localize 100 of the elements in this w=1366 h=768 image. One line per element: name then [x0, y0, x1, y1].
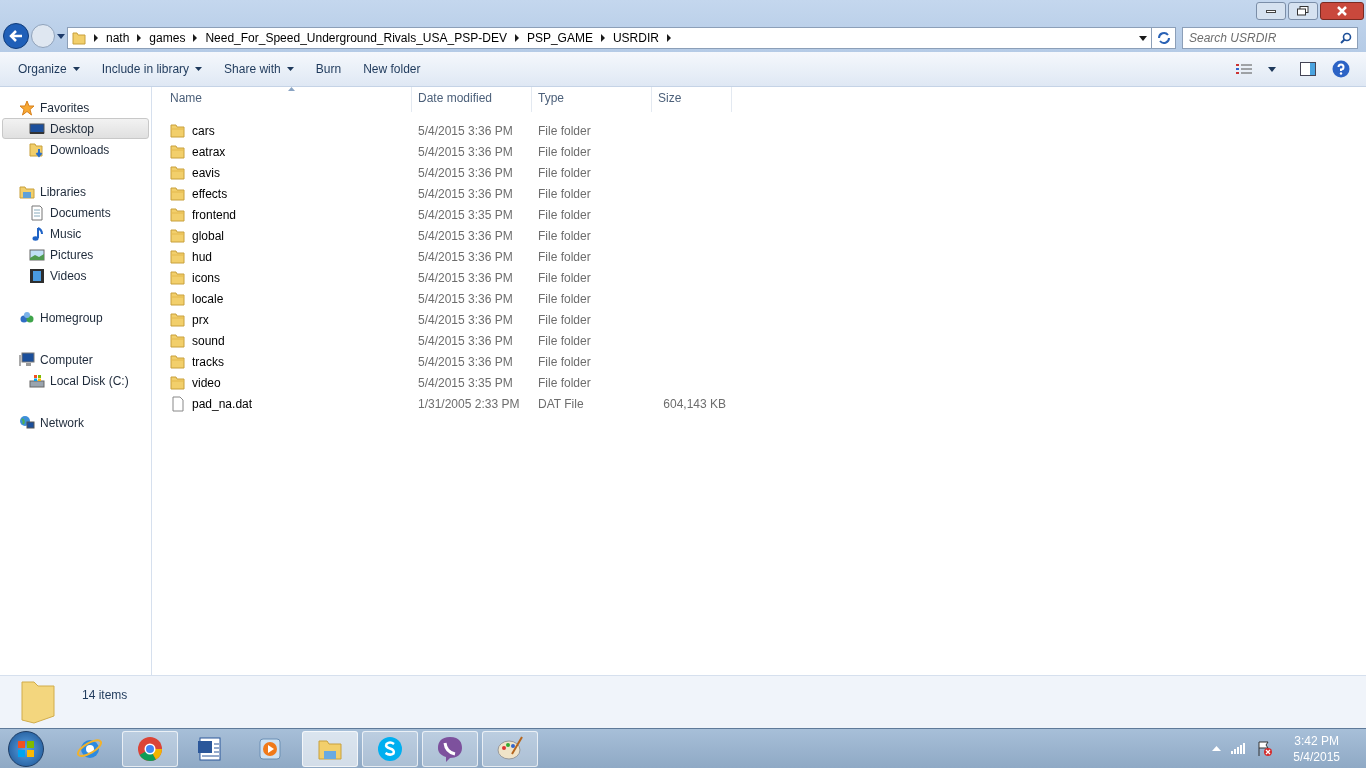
breadcrumb[interactable]: Need_For_Speed_Underground_Rivals_USA_PSP-DEV [205, 29, 507, 47]
breadcrumb[interactable]: PSP_GAME [526, 29, 593, 47]
file-name[interactable]: eavis [192, 163, 220, 182]
restore-button[interactable] [1288, 2, 1318, 20]
file-name[interactable]: pad_na.dat [192, 394, 253, 413]
minimize-button[interactable] [1256, 2, 1286, 20]
sidebar-item[interactable]: Videos [2, 265, 149, 286]
date-modified: 5/4/2015 3:36 PM [418, 354, 513, 369]
sidebar-item[interactable]: Local Disk (C:) [2, 370, 149, 391]
file-name[interactable]: video [192, 373, 221, 392]
folder-icon [170, 290, 186, 307]
refresh-button[interactable] [1152, 27, 1176, 49]
libraries-icon [19, 183, 35, 200]
document-icon [29, 204, 45, 221]
column-header[interactable]: Size [652, 87, 732, 112]
videos-icon [29, 267, 45, 284]
sidebar-item[interactable]: Documents [2, 202, 149, 223]
breadcrumb[interactable]: games [149, 29, 186, 47]
chevron-icon[interactable] [193, 34, 198, 42]
folder-icon [170, 269, 186, 286]
file-name[interactable]: hud [192, 247, 213, 266]
folder-icon [170, 332, 186, 349]
folder-icon [170, 206, 186, 223]
file-name[interactable]: cars [192, 121, 215, 140]
close-button[interactable] [1320, 2, 1364, 20]
toolbar-button[interactable]: Share with [214, 56, 304, 82]
file-name[interactable]: tracks [192, 352, 224, 371]
folder-icon [20, 680, 58, 724]
file-type: File folder [538, 291, 591, 306]
chevron-icon[interactable] [600, 34, 605, 42]
sidebar-item[interactable]: Pictures [2, 244, 149, 265]
back-button[interactable] [3, 23, 29, 49]
column-header[interactable]: Type [532, 87, 652, 112]
sidebar-item[interactable]: Music [2, 223, 149, 244]
dropdown-icon[interactable] [1139, 35, 1147, 41]
dropdown-icon[interactable] [286, 67, 294, 71]
toolbar-button[interactable]: Organize [8, 56, 90, 82]
search-field[interactable]: Search USRDIR [1182, 27, 1358, 49]
file-name[interactable]: locale [192, 289, 224, 308]
date-modified: 5/4/2015 3:36 PM [418, 123, 513, 138]
file-type: File folder [538, 123, 591, 138]
file-type: File folder [538, 312, 591, 327]
sidebar-item[interactable]: Computer [2, 349, 149, 370]
chevron-icon[interactable] [666, 34, 671, 42]
folder-icon [170, 374, 186, 391]
sidebar-item[interactable]: Libraries [2, 181, 149, 202]
column-header[interactable]: Date modified [412, 87, 532, 112]
breadcrumb[interactable]: nath [106, 29, 130, 47]
back-arrow-icon [9, 30, 23, 42]
disk-icon [29, 372, 45, 389]
toolbar-button[interactable]: Include in library [91, 56, 213, 82]
paint-app-icon [496, 734, 524, 763]
chevron-icon[interactable] [94, 34, 98, 42]
file-type: File folder [538, 228, 591, 243]
file-type: DAT File [538, 396, 584, 411]
folder-icon [170, 122, 186, 139]
address-bar[interactable]: nath games Need_For_Speed_Underground_Rivals_USA_PSP-DEV PSP_GAME USRDIR [67, 27, 1152, 49]
sidebar-item[interactable]: Network [2, 412, 149, 433]
file-name[interactable]: eatrax [192, 142, 226, 161]
taskbar-button[interactable] [422, 730, 478, 767]
sidebar-item[interactable]: Favorites [2, 97, 149, 118]
file-name[interactable]: prx [192, 310, 209, 329]
chevron-icon[interactable] [514, 34, 519, 42]
file-type: File folder [538, 333, 591, 348]
file-type: File folder [538, 375, 591, 390]
date-modified: 5/4/2015 3:36 PM [418, 312, 513, 327]
file-name[interactable]: global [192, 226, 225, 245]
pictures-icon [29, 246, 45, 263]
file-name[interactable]: icons [192, 268, 220, 287]
dropdown-icon[interactable] [195, 67, 203, 71]
folder-icon [170, 227, 186, 244]
file-type: File folder [538, 207, 591, 222]
toolbar-button[interactable]: New folder [353, 56, 431, 82]
word-app-icon [196, 734, 224, 763]
sidebar-item[interactable]: Homegroup [2, 307, 149, 328]
taskbar-button[interactable] [482, 730, 538, 767]
date-modified: 5/4/2015 3:36 PM [418, 333, 513, 348]
column-header[interactable]: Name [152, 87, 412, 112]
file-name[interactable]: sound [192, 331, 225, 350]
toolbar-button[interactable]: Burn [305, 56, 352, 82]
viber-app-icon [436, 734, 464, 763]
star-icon [19, 99, 35, 116]
search-icon[interactable] [1340, 32, 1352, 44]
file-name[interactable]: effects [192, 184, 228, 203]
history-dropdown-icon[interactable] [57, 33, 65, 39]
sidebar-item[interactable]: Downloads [2, 139, 149, 160]
file-type: File folder [538, 144, 591, 159]
dropdown-icon[interactable] [72, 67, 80, 71]
dropdown-icon[interactable] [1268, 66, 1276, 72]
breadcrumb[interactable]: USRDIR [612, 29, 659, 47]
file-type: File folder [538, 165, 591, 180]
flag-error-icon[interactable] [1257, 740, 1274, 757]
taskbar-button[interactable] [122, 730, 178, 767]
start-button[interactable] [8, 730, 44, 767]
sidebar-item[interactable]: Desktop [2, 118, 149, 139]
preview-pane-icon[interactable] [1300, 62, 1316, 76]
help-icon[interactable] [1332, 60, 1350, 78]
chevron-icon[interactable] [137, 34, 142, 42]
file-name[interactable]: frontend [192, 205, 237, 224]
view-options-icon[interactable] [1236, 63, 1252, 75]
